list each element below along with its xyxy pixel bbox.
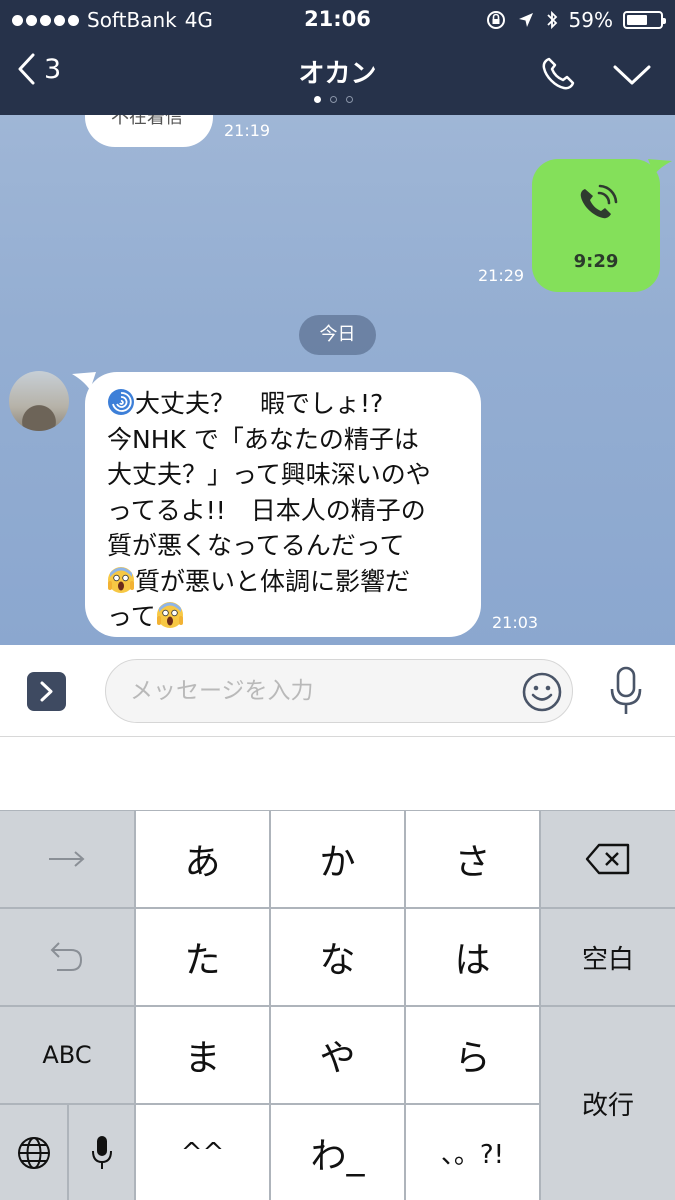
kana-key-sa[interactable]: さ [406, 811, 539, 907]
call-button[interactable] [540, 56, 576, 96]
undo-arrow-icon [50, 942, 83, 971]
abc-key[interactable]: ABC [0, 1007, 134, 1103]
return-key[interactable]: 改行 [541, 1007, 675, 1200]
message-time: 21:03 [492, 613, 539, 632]
cursor-right-key[interactable] [0, 811, 134, 907]
page-indicator [314, 96, 353, 103]
voice-message-button[interactable] [607, 665, 645, 721]
message-input[interactable] [105, 659, 573, 723]
bluetooth-icon [546, 10, 557, 30]
keyboard-suggestion-bar [0, 737, 675, 810]
screaming-face-icon [156, 602, 183, 628]
globe-icon [17, 1136, 50, 1169]
location-icon [518, 13, 533, 27]
space-key[interactable]: 空白 [541, 909, 675, 1005]
arrow-right-icon [49, 851, 85, 867]
status-bar: SoftBank 4G 21:06 59% [0, 0, 675, 38]
kana-key-na[interactable]: な [271, 909, 404, 1005]
chat-header: SoftBank 4G 21:06 59% 3 オカン [0, 0, 675, 115]
microphone-icon [610, 666, 642, 714]
chat-history[interactable]: 不在着信 21:19 9:29 21:29 今日 大丈夫？ 暇でしょ!? 今NH… [0, 115, 675, 645]
kana-key-ta[interactable]: た [136, 909, 269, 1005]
cyclone-icon [108, 389, 134, 415]
missed-call-label: 不在着信 [111, 115, 183, 128]
message-bubble[interactable]: 大丈夫？ 暇でしょ!? 今NHK で「あなたの精子は 大丈夫？」って興味深いのや… [85, 372, 481, 637]
kana-key-ka[interactable]: か [271, 811, 404, 907]
chevron-down-icon [613, 65, 651, 85]
punctuation-key[interactable]: 、。?! [406, 1105, 539, 1200]
call-duration: 9:29 [573, 251, 619, 272]
avatar[interactable] [9, 371, 69, 431]
kana-key-wa[interactable]: わ_ [271, 1105, 404, 1200]
smiley-icon [522, 672, 562, 712]
kana-key-ha[interactable]: は [406, 909, 539, 1005]
message-input-bar [0, 645, 675, 737]
dictation-key[interactable] [69, 1105, 134, 1200]
message-text: 大丈夫？ 暇でしょ!? 今NHK で「あなたの精子は 大丈夫？」って興味深いのや… [107, 389, 431, 631]
microphone-icon [91, 1135, 112, 1169]
bubble-tail [648, 159, 672, 175]
kaomoji-key[interactable]: ^^ [136, 1105, 269, 1200]
undo-key[interactable] [0, 909, 134, 1005]
kana-key-a[interactable]: あ [136, 811, 269, 907]
kana-key-ra[interactable]: ら [406, 1007, 539, 1103]
phone-call-icon [580, 184, 618, 219]
kana-key-ya[interactable]: や [271, 1007, 404, 1103]
chevron-right-icon [40, 681, 53, 702]
date-divider: 今日 [299, 315, 376, 355]
rotation-lock-icon [486, 11, 505, 29]
delete-key[interactable] [541, 811, 675, 907]
expand-menu-button[interactable] [27, 672, 66, 711]
globe-key[interactable] [0, 1105, 67, 1200]
kana-key-ma[interactable]: ま [136, 1007, 269, 1103]
flick-keyboard: あ か さ た な は 空白 ABC ま や ら 改行 ^^ わ_ 、。?! [0, 810, 675, 1200]
backspace-icon [585, 843, 630, 875]
battery-percent: 59% [568, 8, 613, 32]
outgoing-call-bubble[interactable]: 9:29 [532, 159, 660, 292]
battery-icon [623, 11, 666, 29]
outgoing-call-time: 21:29 [478, 266, 525, 285]
menu-dropdown-button[interactable] [613, 64, 651, 90]
phone-icon [542, 57, 575, 90]
missed-call-bubble[interactable]: 不在着信 [85, 115, 213, 147]
emoji-button[interactable] [521, 671, 563, 717]
missed-call-time: 21:19 [224, 121, 271, 140]
screaming-face-icon [108, 566, 134, 593]
